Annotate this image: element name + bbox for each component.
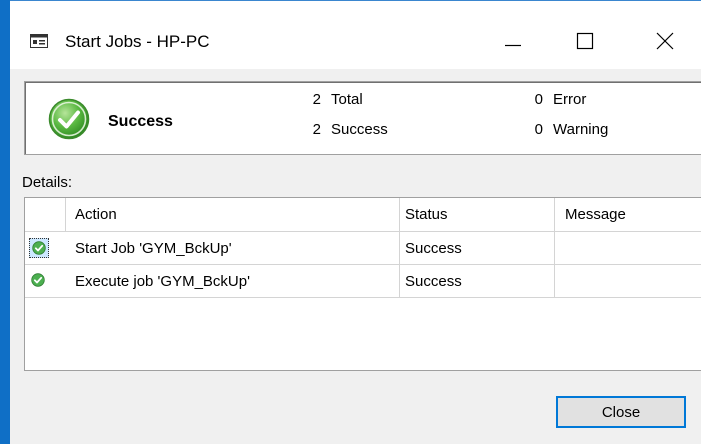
success-check-icon: [29, 271, 49, 291]
success-check-icon: [48, 98, 90, 140]
title-bar[interactable]: Start Jobs - HP-PC: [10, 1, 701, 69]
table-row[interactable]: Start Job 'GYM_BckUp' Success: [25, 232, 701, 265]
details-label: Details:: [22, 174, 73, 191]
start-jobs-dialog: Start Jobs - HP-PC Success 2 Total 2 Suc…: [10, 1, 701, 444]
table-row[interactable]: Execute job 'GYM_BckUp' Success: [25, 265, 701, 298]
warning-stat: 0 Warning: [534, 121, 609, 138]
window-title: Start Jobs - HP-PC: [65, 32, 210, 51]
grid-header: Action Status Message: [25, 198, 701, 232]
close-button[interactable]: Close: [556, 396, 686, 428]
maximize-button[interactable]: [562, 25, 608, 57]
row-status: Success: [405, 240, 462, 257]
details-grid[interactable]: Action Status Message Start Job 'GYM_Bck…: [24, 197, 701, 371]
success-stat: 2 Success: [312, 121, 388, 138]
column-header-action[interactable]: Action: [75, 206, 117, 223]
minimize-icon: [505, 44, 521, 47]
window-app-icon: [30, 34, 48, 48]
minimize-button[interactable]: [490, 25, 536, 57]
row-action: Start Job 'GYM_BckUp': [75, 240, 232, 257]
close-icon: [656, 32, 674, 50]
success-check-icon: [29, 238, 49, 258]
row-action: Execute job 'GYM_BckUp': [75, 273, 250, 290]
maximize-icon: [576, 32, 594, 50]
error-stat: 0 Error: [534, 91, 587, 108]
column-header-message[interactable]: Message: [565, 206, 626, 223]
total-stat: 2 Total: [312, 91, 363, 108]
close-window-button[interactable]: [642, 25, 688, 57]
column-divider: [65, 198, 66, 231]
row-status: Success: [405, 273, 462, 290]
summary-status-text: Success: [108, 113, 173, 130]
window-frame-left: [0, 0, 10, 444]
column-header-status[interactable]: Status: [405, 206, 448, 223]
summary-panel: Success 2 Total 2 Success 0 Error 0 Warning: [24, 81, 701, 155]
